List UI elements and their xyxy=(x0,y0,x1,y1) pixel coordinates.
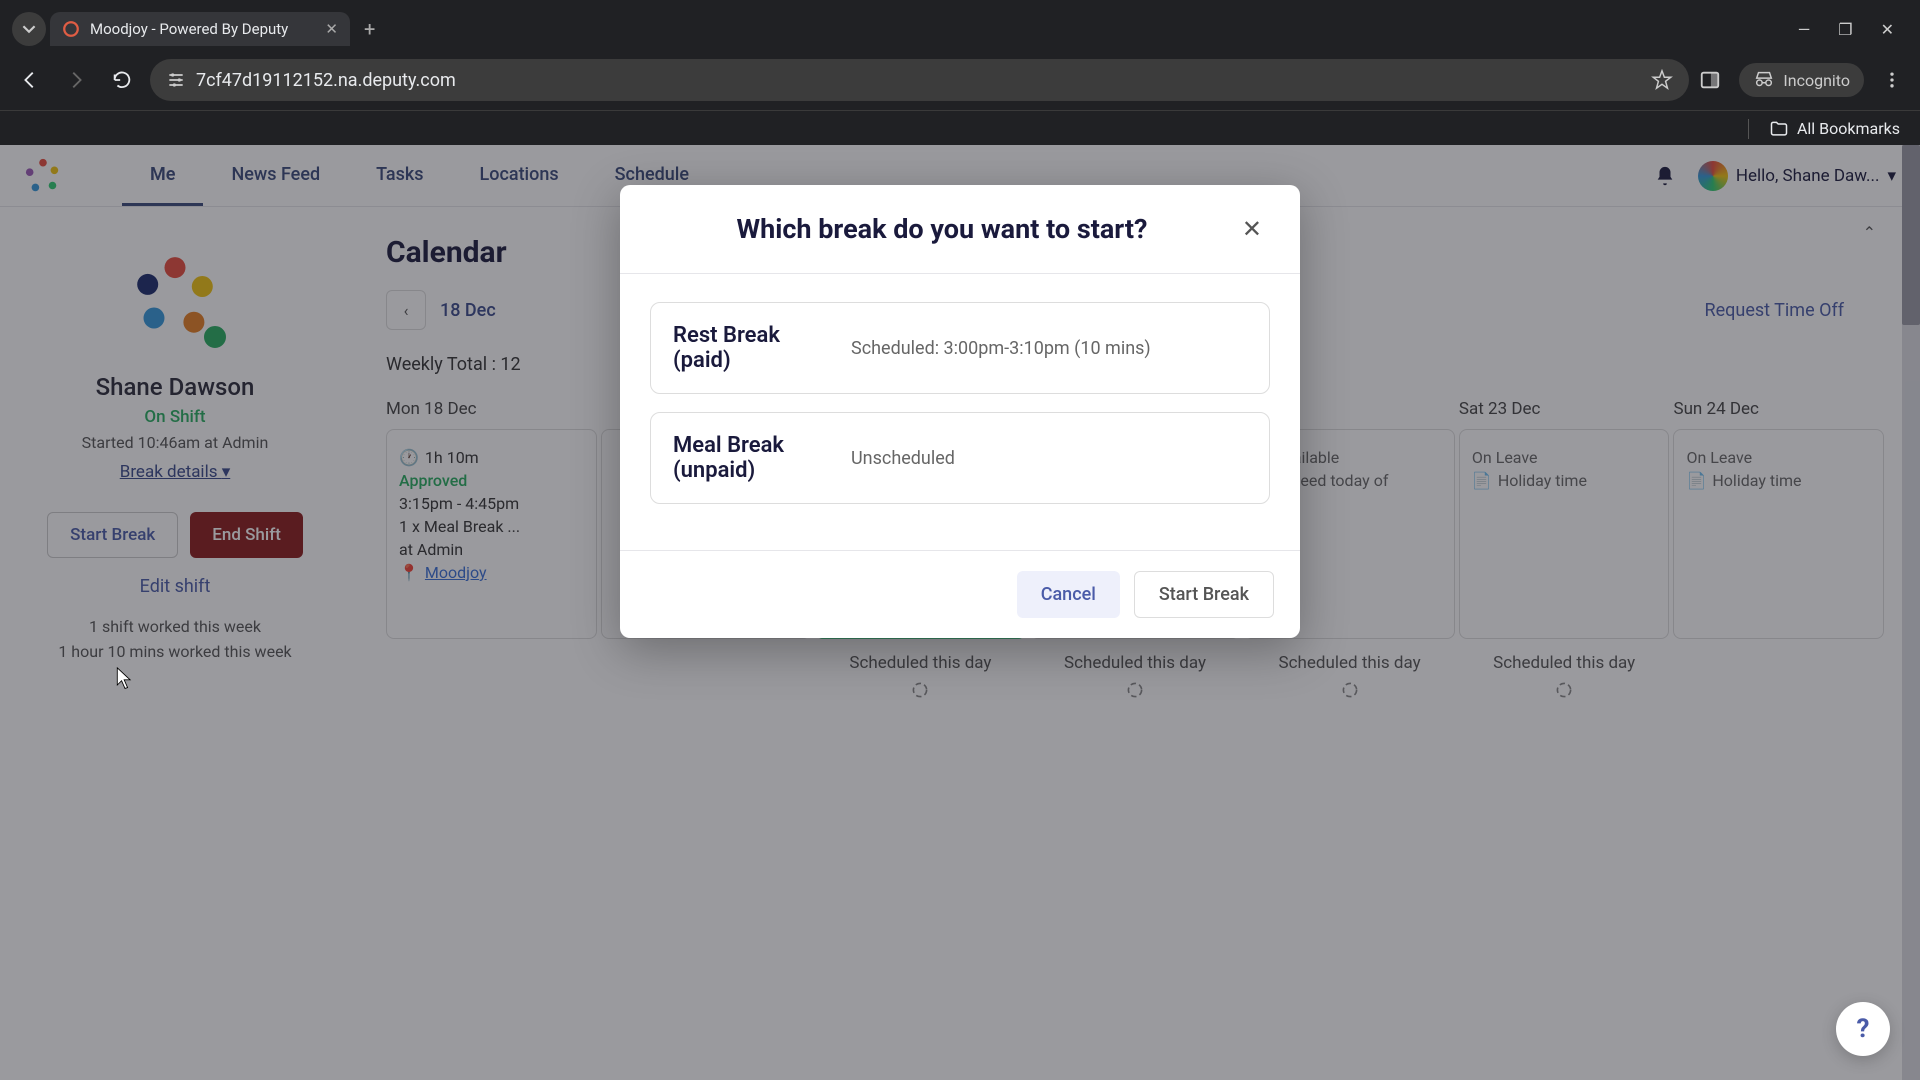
incognito-badge[interactable]: Incognito xyxy=(1739,63,1864,97)
tab-bar: Moodjoy - Powered By Deputy ✕ + ― ❐ ✕ xyxy=(0,0,1920,50)
modal-backdrop[interactable]: Which break do you want to start? ✕ Rest… xyxy=(0,145,1920,1080)
url-text: 7cf47d19112152.na.deputy.com xyxy=(196,70,456,91)
start-break-button[interactable]: Start Break xyxy=(1134,571,1274,618)
close-tab-icon[interactable]: ✕ xyxy=(325,20,338,38)
new-tab-button[interactable]: + xyxy=(354,11,385,47)
reload-button[interactable] xyxy=(104,62,140,98)
break-option-meal[interactable]: Meal Break (unpaid) Unscheduled xyxy=(650,412,1270,504)
tabs-dropdown[interactable] xyxy=(12,12,46,46)
side-panel-icon[interactable] xyxy=(1699,69,1721,91)
window-minimize-icon[interactable]: ― xyxy=(1798,20,1811,39)
option-title: Meal Break (unpaid) xyxy=(673,433,823,483)
app-viewport: Me News Feed Tasks Locations Schedule He… xyxy=(0,145,1920,1080)
option-desc: Unscheduled xyxy=(851,448,955,469)
back-button[interactable] xyxy=(12,62,48,98)
option-desc: Scheduled: 3:00pm-3:10pm (10 mins) xyxy=(851,338,1151,359)
tab-title: Moodjoy - Powered By Deputy xyxy=(90,20,288,38)
browser-menu-icon[interactable] xyxy=(1882,70,1902,90)
window-close-icon[interactable]: ✕ xyxy=(1881,20,1894,39)
address-bar: 7cf47d19112152.na.deputy.com Incognito xyxy=(0,50,1920,110)
all-bookmarks-link[interactable]: All Bookmarks xyxy=(1797,119,1900,138)
site-settings-icon[interactable] xyxy=(166,70,186,90)
incognito-label: Incognito xyxy=(1783,71,1850,90)
forward-button[interactable] xyxy=(58,62,94,98)
folder-icon xyxy=(1769,119,1789,139)
bookmark-star-icon[interactable] xyxy=(1651,69,1673,91)
cancel-button[interactable]: Cancel xyxy=(1017,571,1120,618)
incognito-icon xyxy=(1753,69,1775,91)
help-button[interactable]: ? xyxy=(1836,1002,1890,1056)
browser-chrome: Moodjoy - Powered By Deputy ✕ + ― ❐ ✕ 7c… xyxy=(0,0,1920,145)
window-maximize-icon[interactable]: ❐ xyxy=(1838,20,1852,39)
browser-tab[interactable]: Moodjoy - Powered By Deputy ✕ xyxy=(50,12,350,46)
favicon-icon xyxy=(62,20,80,38)
option-title: Rest Break (paid) xyxy=(673,323,823,373)
modal-title: Which break do you want to start? xyxy=(650,213,1234,245)
break-option-rest[interactable]: Rest Break (paid) Scheduled: 3:00pm-3:10… xyxy=(650,302,1270,394)
start-break-modal: Which break do you want to start? ✕ Rest… xyxy=(620,185,1300,638)
url-input[interactable]: 7cf47d19112152.na.deputy.com xyxy=(150,59,1689,101)
modal-close-button[interactable]: ✕ xyxy=(1234,211,1270,247)
bookmarks-bar: All Bookmarks xyxy=(0,110,1920,146)
